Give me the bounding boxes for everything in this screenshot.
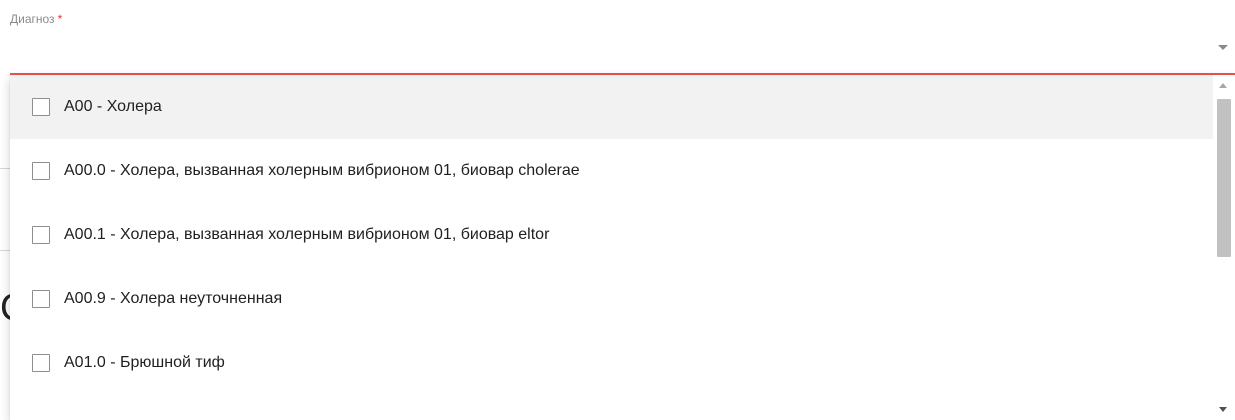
required-mark: *: [57, 12, 63, 26]
diagnosis-option[interactable]: A01.0 - Брюшной тиф: [10, 331, 1213, 395]
option-checkbox[interactable]: [32, 98, 50, 116]
diagnosis-option[interactable]: A00 - Холера: [10, 75, 1213, 139]
diagnosis-label-text: Диагноз: [10, 12, 55, 26]
option-label: A00.0 - Холера, вызванная холерным вибри…: [64, 162, 580, 179]
dropdown-scrollbar[interactable]: [1213, 75, 1235, 420]
scroll-up-arrow-icon[interactable]: [1219, 83, 1227, 88]
diagnosis-option[interactable]: A00.9 - Холера неуточненная: [10, 267, 1213, 331]
diagnosis-select-input[interactable]: [10, 30, 1210, 70]
diagnosis-field[interactable]: Диагноз *: [10, 0, 1235, 75]
page: С Диагноз* A00 - Холера A00.0 - Холера, …: [0, 0, 1235, 420]
diagnosis-option[interactable]: A00.0 - Холера, вызванная холерным вибри…: [10, 139, 1213, 203]
option-label: A01.0 - Брюшной тиф: [64, 354, 225, 371]
chevron-down-icon[interactable]: [1218, 45, 1228, 50]
background-divider: [0, 168, 10, 169]
option-label: A00.9 - Холера неуточненная: [64, 290, 283, 307]
diagnosis-option-list: A00 - Холера A00.0 - Холера, вызванная х…: [10, 75, 1213, 395]
diagnosis-dropdown-menu: A00 - Холера A00.0 - Холера, вызванная х…: [10, 75, 1235, 420]
option-checkbox[interactable]: [32, 354, 50, 372]
option-checkbox[interactable]: [32, 226, 50, 244]
diagnosis-field-label: Диагноз *: [10, 12, 62, 26]
option-checkbox[interactable]: [32, 290, 50, 308]
scrollbar-thumb[interactable]: [1217, 99, 1231, 257]
option-label: A00 - Холера: [64, 98, 162, 115]
diagnosis-option[interactable]: A00.1 - Холера, вызванная холерным вибри…: [10, 203, 1213, 267]
option-checkbox[interactable]: [32, 162, 50, 180]
scroll-down-arrow-icon[interactable]: [1219, 407, 1227, 412]
background-divider: [0, 250, 10, 251]
option-label: A00.1 - Холера, вызванная холерным вибри…: [64, 226, 550, 243]
